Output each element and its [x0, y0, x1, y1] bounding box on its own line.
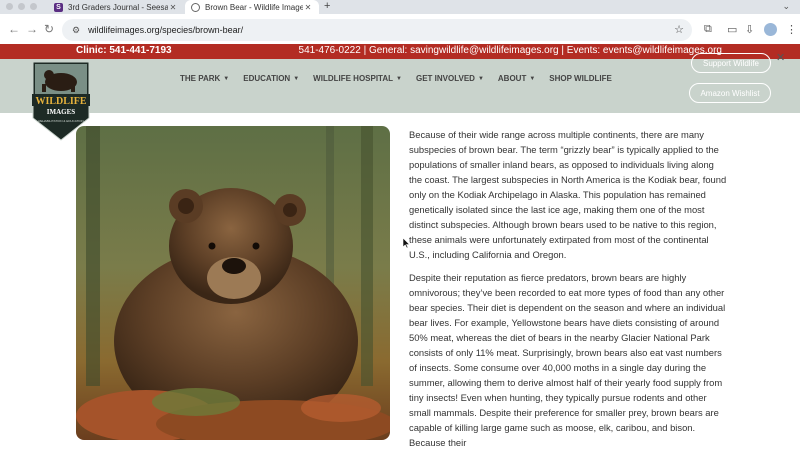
article-paragraph: Because of their wide range across multi… — [409, 129, 727, 260]
mouse-cursor-icon — [403, 238, 410, 248]
browser-toolbar: ← → ↻ ⚙ wildlifeimages.org/species/brown… — [0, 14, 800, 46]
support-wildlife-button[interactable]: Support Wildlife — [691, 53, 771, 73]
amazon-wishlist-button[interactable]: Amazon Wishlist — [689, 83, 771, 103]
nav-about[interactable]: ABOUT ▼ — [498, 74, 535, 83]
logo-tagline: REHABILITATION & EDUCATION — [38, 119, 83, 123]
side-panel-icon[interactable]: ▭ — [727, 23, 737, 36]
chevron-down-icon: ▼ — [293, 75, 300, 82]
browser-tab-brown-bear[interactable]: Brown Bear - Wildlife Images ✕ — [185, 0, 319, 14]
nav-wildlife-hospital[interactable]: WILDLIFE HOSPITAL ▼ — [313, 74, 402, 83]
url-text[interactable]: wildlifeimages.org/species/brown-bear/ — [88, 25, 243, 35]
logo-text-images: IMAGES — [47, 108, 76, 116]
chevron-down-icon: ▼ — [396, 75, 402, 82]
browser-tab-seesaw[interactable]: S 3rd Graders Journal - Seesa ✕ — [48, 0, 184, 14]
chevron-down-icon: ▼ — [223, 75, 230, 82]
nav-shop-wildlife[interactable]: SHOP WILDLIFE — [549, 74, 612, 83]
nav-label: WILDLIFE HOSPITAL — [313, 74, 394, 83]
address-bar[interactable]: ⚙ wildlifeimages.org/species/brown-bear/… — [62, 19, 692, 41]
menu-kebab-icon[interactable]: ⋮ — [786, 23, 797, 36]
brown-bear-photo — [76, 126, 390, 440]
close-icon[interactable]: ✕ — [776, 51, 785, 64]
chevron-down-icon: ▼ — [477, 75, 484, 82]
bookmark-star-icon[interactable]: ☆ — [674, 23, 684, 36]
nav-education[interactable]: EDUCATION ▼ — [243, 74, 299, 83]
nav-label: THE PARK — [180, 74, 221, 83]
nav-get-involved[interactable]: GET INVOLVED ▼ — [416, 74, 484, 83]
nav-label: ABOUT — [497, 74, 527, 83]
chevron-down-icon: ▼ — [529, 75, 536, 82]
clinic-phone[interactable]: Clinic: 541-441-7193 — [76, 45, 172, 56]
article-paragraph: Despite their reputation as fierce preda… — [409, 272, 726, 448]
nav-the-park[interactable]: THE PARK ▼ — [180, 74, 229, 83]
profile-avatar[interactable] — [764, 23, 777, 36]
extensions-puzzle-icon[interactable]: ⧉ — [704, 23, 712, 36]
site-header: THE PARK ▼ EDUCATION ▼ WILDLIFE HOSPITAL ▼ … — [0, 52, 800, 113]
tab-search-chevron-icon[interactable]: ⌄ — [782, 1, 790, 12]
back-arrow-icon[interactable]: ← — [8, 23, 20, 35]
nav-label: GET INVOLVED — [415, 74, 475, 83]
site-settings-icon[interactable]: ⚙ — [72, 25, 80, 36]
tab-title: 3rd Graders Journal - Seesa — [68, 2, 168, 12]
tab-title: Brown Bear - Wildlife Images — [205, 2, 303, 12]
reload-icon[interactable]: ↻ — [44, 23, 54, 35]
tab-close-icon[interactable]: ✕ — [303, 3, 313, 12]
forward-arrow-icon[interactable]: → — [26, 23, 38, 35]
browser-tab-strip: S 3rd Graders Journal - Seesa ✕ Brown Be… — [0, 0, 800, 14]
tab-close-icon[interactable]: ✕ — [168, 3, 178, 12]
window-controls[interactable] — [6, 3, 37, 10]
nav-label: EDUCATION — [243, 74, 291, 83]
logo-text-wildlife: WILDLIFE — [35, 96, 86, 107]
article-content: Because of their wide range across multi… — [409, 127, 727, 458]
contact-info[interactable]: 541-476-0222 | General: savingwildlife@w… — [299, 45, 722, 56]
nav-label: SHOP WILDLIFE — [549, 74, 612, 83]
downloads-icon[interactable]: ⇩ — [745, 23, 754, 36]
contact-top-bar: Clinic: 541-441-7193 541-476-0222 | Gene… — [0, 44, 800, 59]
seesaw-favicon-icon: S — [54, 2, 63, 12]
main-navigation: THE PARK ▼ EDUCATION ▼ WILDLIFE HOSPITAL ▼ … — [180, 74, 612, 83]
globe-favicon-icon — [191, 2, 200, 12]
new-tab-plus-icon[interactable]: + — [324, 0, 330, 14]
